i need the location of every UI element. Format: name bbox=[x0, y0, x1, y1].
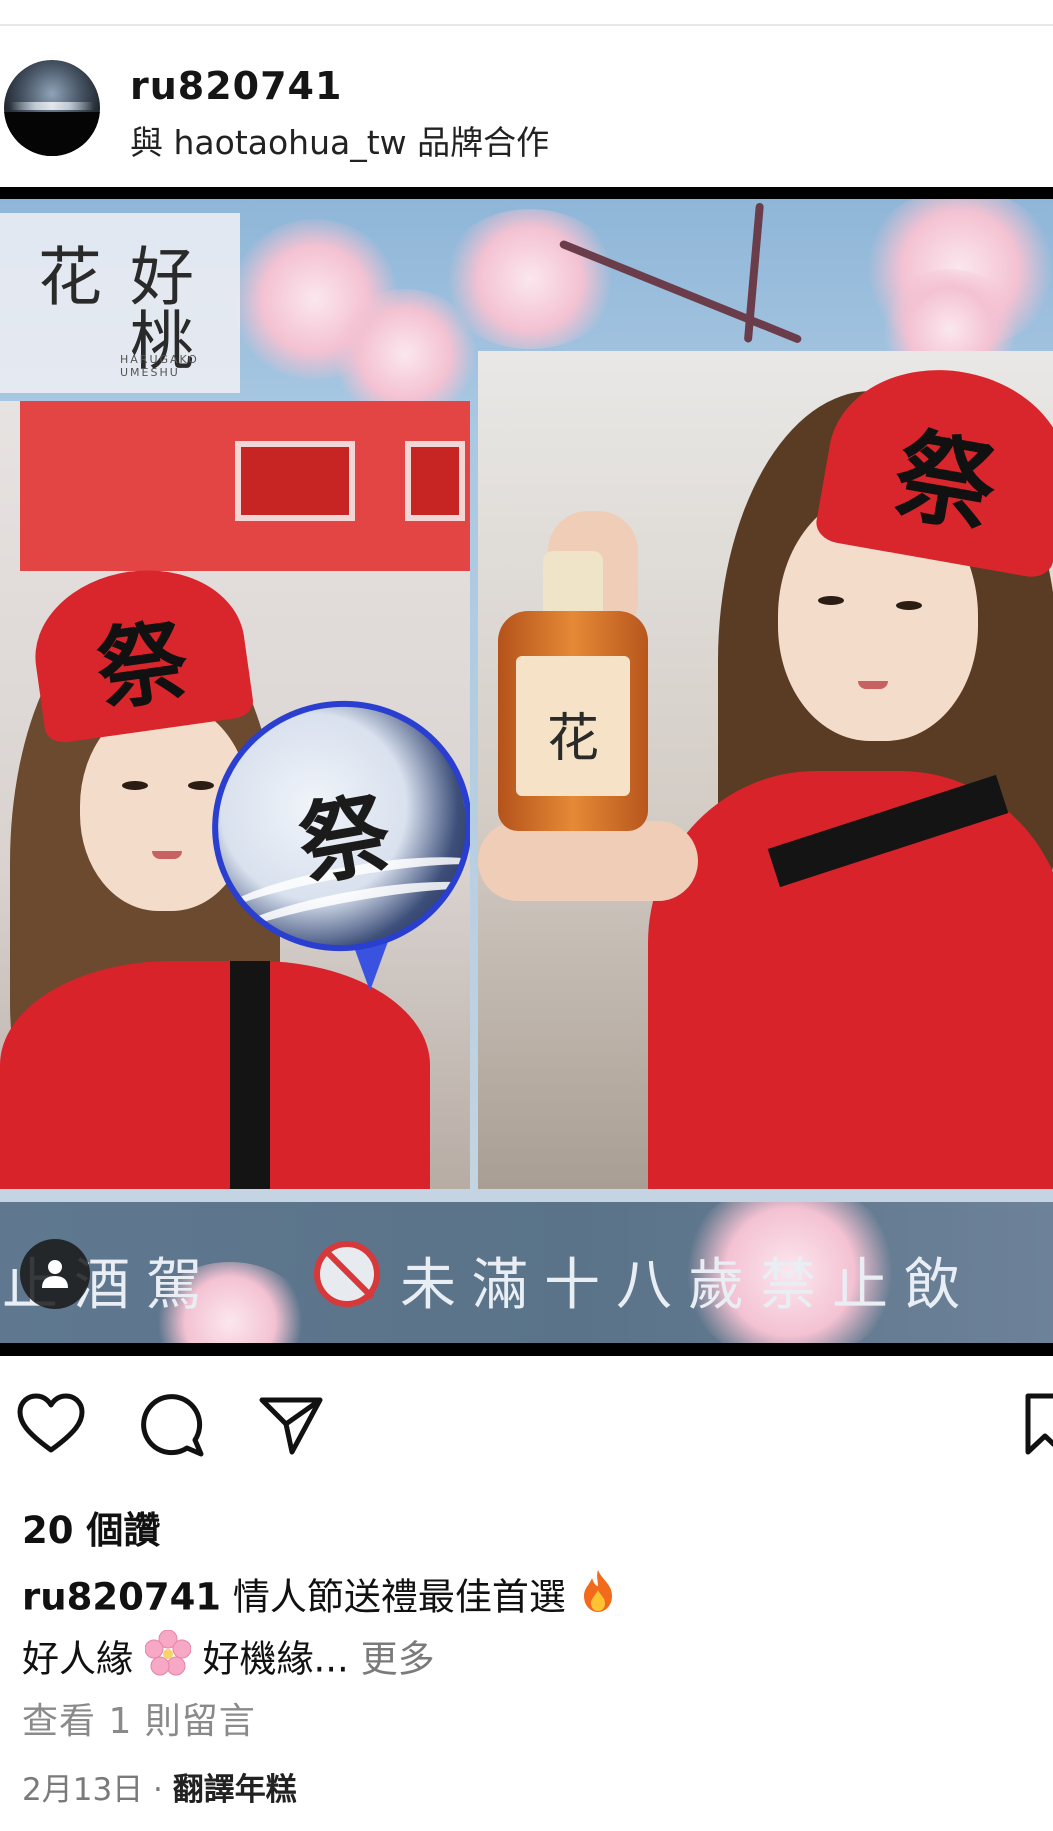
caption-line2a: 好人緣 bbox=[22, 1637, 133, 1681]
bottle-label: 花 bbox=[516, 656, 630, 796]
umeshu-bottle: 花 bbox=[498, 551, 648, 831]
headband-mark: 祭 bbox=[90, 607, 195, 725]
avatar[interactable] bbox=[4, 60, 100, 156]
caption-username[interactable]: ru820741 bbox=[22, 1576, 221, 1619]
photo-left: 祭 祭 bbox=[0, 401, 470, 1189]
avatar-ground bbox=[4, 112, 100, 156]
banner-text-after: 未滿十八歲禁止飲 bbox=[400, 1253, 976, 1318]
red-wall bbox=[20, 401, 470, 571]
headband: 祭 bbox=[24, 557, 256, 745]
hand bbox=[478, 821, 698, 901]
blossom-cluster bbox=[440, 209, 620, 349]
post-meta: 2月13日 · 翻譯年糕 bbox=[22, 1764, 297, 1809]
no-drinking-icon bbox=[314, 1241, 380, 1307]
bottle-label-text: 花 bbox=[546, 709, 599, 769]
brand-subtitle: HARUGAKO UMESHU bbox=[120, 353, 199, 379]
action-bar bbox=[0, 1390, 1053, 1460]
fire-icon bbox=[578, 1568, 618, 1630]
mouth bbox=[152, 851, 182, 859]
like-count[interactable]: 20 個讚 bbox=[22, 1500, 160, 1554]
send-icon[interactable] bbox=[256, 1390, 326, 1460]
meta-separator: · bbox=[153, 1772, 163, 1808]
post-date: 2月13日 bbox=[22, 1772, 144, 1808]
person-tag-icon[interactable] bbox=[20, 1239, 90, 1309]
caption-line1: 情人節送禮最佳首選 bbox=[232, 1575, 566, 1619]
headband-mark: 祭 bbox=[885, 414, 1005, 549]
wall-window bbox=[235, 441, 355, 521]
comment-icon[interactable] bbox=[137, 1390, 207, 1460]
cherry-blossom-icon bbox=[144, 1629, 192, 1692]
red-robe bbox=[0, 961, 430, 1189]
partnership-label[interactable]: 與 haotaohua_tw 品牌合作 bbox=[130, 116, 549, 164]
warning-banner: 禁止酒駕 未滿十八歲禁止飲 bbox=[0, 1202, 1053, 1343]
eye bbox=[122, 781, 148, 790]
caption: ru820741 情人節送禮最佳首選 好人緣 好機緣... 更多 bbox=[22, 1568, 1032, 1692]
eye bbox=[818, 596, 844, 605]
caption-line2b: 好機緣... bbox=[202, 1637, 349, 1681]
post-image[interactable]: 好桃花 HARUGAKO UMESHU 祭 祭 祭 花 酒駕 未滿十八歲禁止飲 bbox=[0, 187, 1053, 1356]
image-collage: 好桃花 HARUGAKO UMESHU 祭 祭 祭 花 酒駕 未滿十八歲禁止飲 bbox=[0, 199, 1053, 1343]
translate-link[interactable]: 翻譯年糕 bbox=[173, 1772, 297, 1808]
wall-window bbox=[405, 441, 465, 521]
caption-more-link[interactable]: 更多 bbox=[361, 1638, 435, 1681]
brand-panel: 好桃花 HARUGAKO UMESHU bbox=[0, 213, 240, 393]
black-collar bbox=[230, 961, 270, 1189]
post-username[interactable]: ru820741 bbox=[130, 64, 342, 108]
avatar-horizon bbox=[10, 102, 94, 110]
mouth bbox=[858, 681, 888, 689]
top-divider bbox=[0, 24, 1053, 26]
heart-icon[interactable] bbox=[16, 1390, 86, 1460]
post-header: ru820741 與 haotaohua_tw 品牌合作 bbox=[0, 50, 1053, 170]
view-comments-link[interactable]: 查看 1 則留言 bbox=[22, 1692, 256, 1744]
eye bbox=[896, 601, 922, 610]
photo-right: 祭 花 bbox=[478, 351, 1053, 1189]
bookmark-icon[interactable] bbox=[1022, 1390, 1053, 1460]
